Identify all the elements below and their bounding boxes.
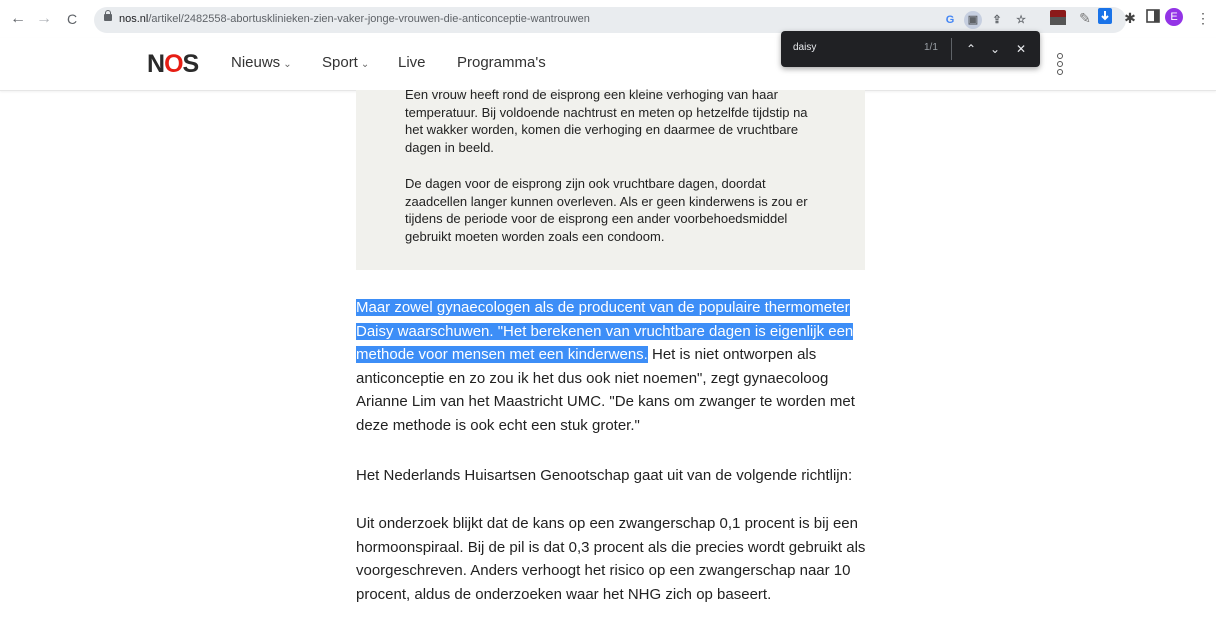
back-icon[interactable]: ←	[8, 9, 28, 29]
nav-nieuws[interactable]: Nieuws ⌄	[231, 54, 292, 71]
url-path: /artikel/2482558-abortusklinieken-zien-v…	[148, 13, 590, 25]
side-panel-icon[interactable]	[1143, 8, 1163, 28]
extensions-puzzle-icon[interactable]: ✱	[1120, 8, 1140, 28]
find-next-icon[interactable]: ⌄	[987, 40, 1003, 58]
calendar-extension-icon[interactable]	[1048, 8, 1068, 28]
lock-icon[interactable]	[104, 10, 112, 23]
url-host: nos.nl	[119, 13, 149, 25]
find-divider	[951, 38, 952, 60]
forward-icon[interactable]: →	[34, 9, 54, 29]
profile-avatar[interactable]: E	[1165, 8, 1185, 28]
find-input[interactable]: daisy	[793, 42, 816, 53]
bookmark-star-icon[interactable]: ☆	[1012, 11, 1030, 29]
article-paragraph: Uit onderzoek blijkt dat de kans op een …	[356, 515, 866, 603]
nav-programmas[interactable]: Programma's	[457, 54, 546, 71]
article-paragraph: Het Nederlands Huisartsen Genootschap ga…	[356, 467, 853, 484]
chevron-down-icon: ⌄	[283, 59, 292, 70]
site-menu-icon[interactable]	[1057, 53, 1063, 75]
nos-logo[interactable]: NOS	[147, 50, 199, 79]
info-paragraph: De dagen voor de eisprong zijn ook vruch…	[405, 176, 808, 244]
download-extension-icon[interactable]	[1095, 8, 1115, 28]
edit-extension-icon[interactable]: ✎	[1075, 8, 1095, 28]
info-box: Een vrouw heeft rond de eisprong een kle…	[356, 87, 865, 270]
nav-sport[interactable]: Sport ⌄	[322, 54, 369, 71]
chevron-down-icon: ⌄	[360, 59, 370, 70]
share-icon[interactable]: ⇪	[988, 11, 1006, 29]
find-previous-icon[interactable]: ⌃	[963, 40, 979, 58]
google-lens-icon[interactable]: G	[941, 11, 959, 29]
find-bar: daisy 1/1 ⌃ ⌄ ✕	[781, 31, 1040, 67]
url-text[interactable]: nos.nl/artikel/2482558-abortusklinieken-…	[119, 13, 590, 25]
find-match-count: 1/1	[924, 42, 938, 53]
info-paragraph: Een vrouw heeft rond de eisprong een kle…	[405, 87, 808, 155]
reader-mode-icon[interactable]: ▣	[964, 11, 982, 29]
browser-menu-icon[interactable]: ⋮	[1193, 8, 1213, 28]
find-close-icon[interactable]: ✕	[1013, 40, 1029, 58]
address-bar[interactable]: nos.nl/artikel/2482558-abortusklinieken-…	[94, 7, 1126, 33]
nav-live[interactable]: Live	[398, 54, 426, 71]
article-paragraph: Maar zowel gynaecologen als de producent…	[356, 299, 855, 434]
reload-icon[interactable]: C	[62, 9, 82, 29]
